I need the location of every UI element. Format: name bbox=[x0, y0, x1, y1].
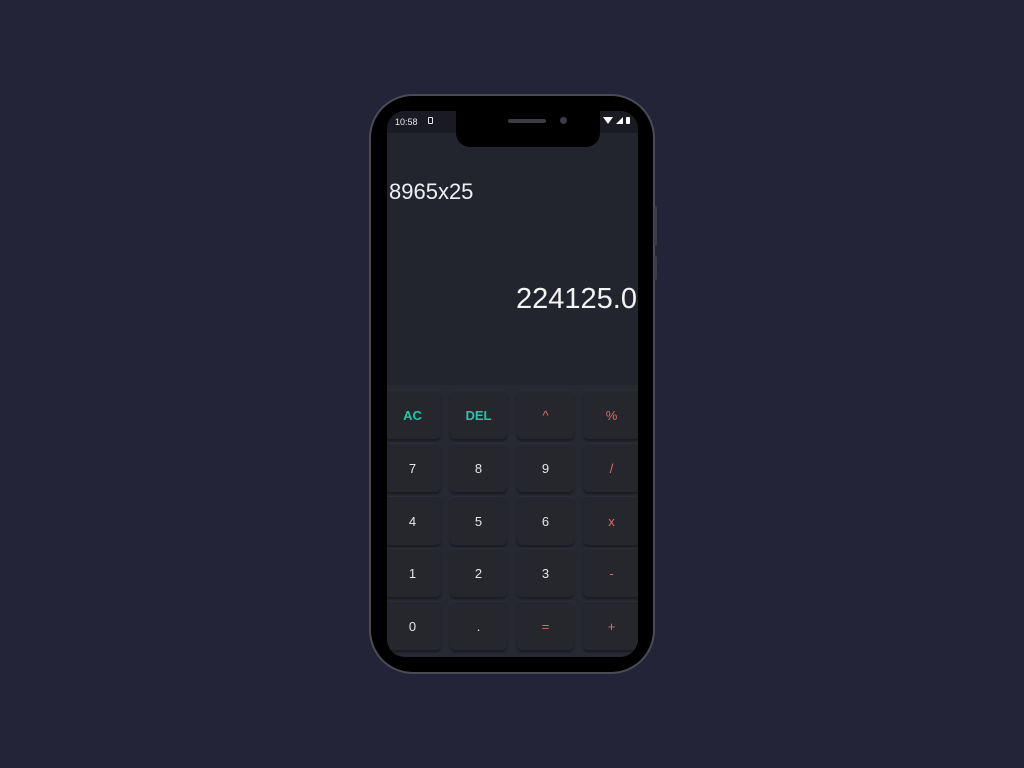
power-side-button bbox=[654, 256, 657, 280]
notch bbox=[456, 111, 600, 147]
multiply-button[interactable]: x bbox=[583, 497, 638, 545]
front-camera bbox=[560, 117, 567, 124]
cell-signal-icon bbox=[616, 117, 623, 124]
calculator-display: 8965x25 224125.0 bbox=[387, 133, 638, 385]
digit-8-button[interactable]: 8 bbox=[450, 444, 507, 492]
volume-button bbox=[654, 206, 657, 246]
delete-button[interactable]: DEL bbox=[450, 391, 507, 439]
digit-2-button[interactable]: 2 bbox=[450, 549, 507, 597]
clear-button[interactable]: AC bbox=[387, 391, 441, 439]
phone-frame: 10:58 8965x25 224125.0 AC DEL ^% 7 8 9/4 5 6 x 1 2… bbox=[369, 94, 657, 674]
keypad: AC DEL ^% 7 8 9/ 4 5 6 x 1 2 3- 0. = + bbox=[387, 385, 638, 657]
subtract-button[interactable]: - bbox=[583, 549, 638, 597]
digit-3-button[interactable]: 3 bbox=[517, 549, 574, 597]
result-text: 224125.0 bbox=[516, 283, 637, 315]
speaker-grille bbox=[508, 119, 546, 123]
stage: 10:58 8965x25 224125.0 AC DEL ^% 7 8 9/4 5 6 x 1 2… bbox=[0, 0, 1024, 768]
digit-5-button[interactable]: 5 bbox=[450, 497, 507, 545]
phone-screen: 10:58 8965x25 224125.0 AC DEL ^% 7 8 9/4 5 6 x 1 2… bbox=[387, 111, 638, 657]
sim-card-icon bbox=[428, 117, 433, 124]
expression-text: 8965x25 bbox=[389, 179, 474, 204]
digit-6-button[interactable]: 6 bbox=[517, 497, 574, 545]
digit-0-button[interactable]: 0 bbox=[387, 602, 441, 650]
divide-button[interactable]: / bbox=[583, 444, 638, 492]
wifi-icon bbox=[603, 117, 613, 124]
add-button[interactable]: + bbox=[583, 602, 638, 650]
status-time: 10:58 bbox=[395, 117, 418, 127]
digit-7-button[interactable]: 7 bbox=[387, 444, 441, 492]
status-icons bbox=[603, 117, 630, 124]
decimal-button[interactable]: . bbox=[450, 602, 507, 650]
battery-icon bbox=[626, 117, 630, 124]
digit-4-button[interactable]: 4 bbox=[387, 497, 441, 545]
digit-1-button[interactable]: 1 bbox=[387, 549, 441, 597]
digit-9-button[interactable]: 9 bbox=[517, 444, 574, 492]
equals-button[interactable]: = bbox=[517, 602, 574, 650]
percent-button[interactable]: % bbox=[583, 391, 638, 439]
power-button[interactable]: ^ bbox=[517, 391, 574, 439]
